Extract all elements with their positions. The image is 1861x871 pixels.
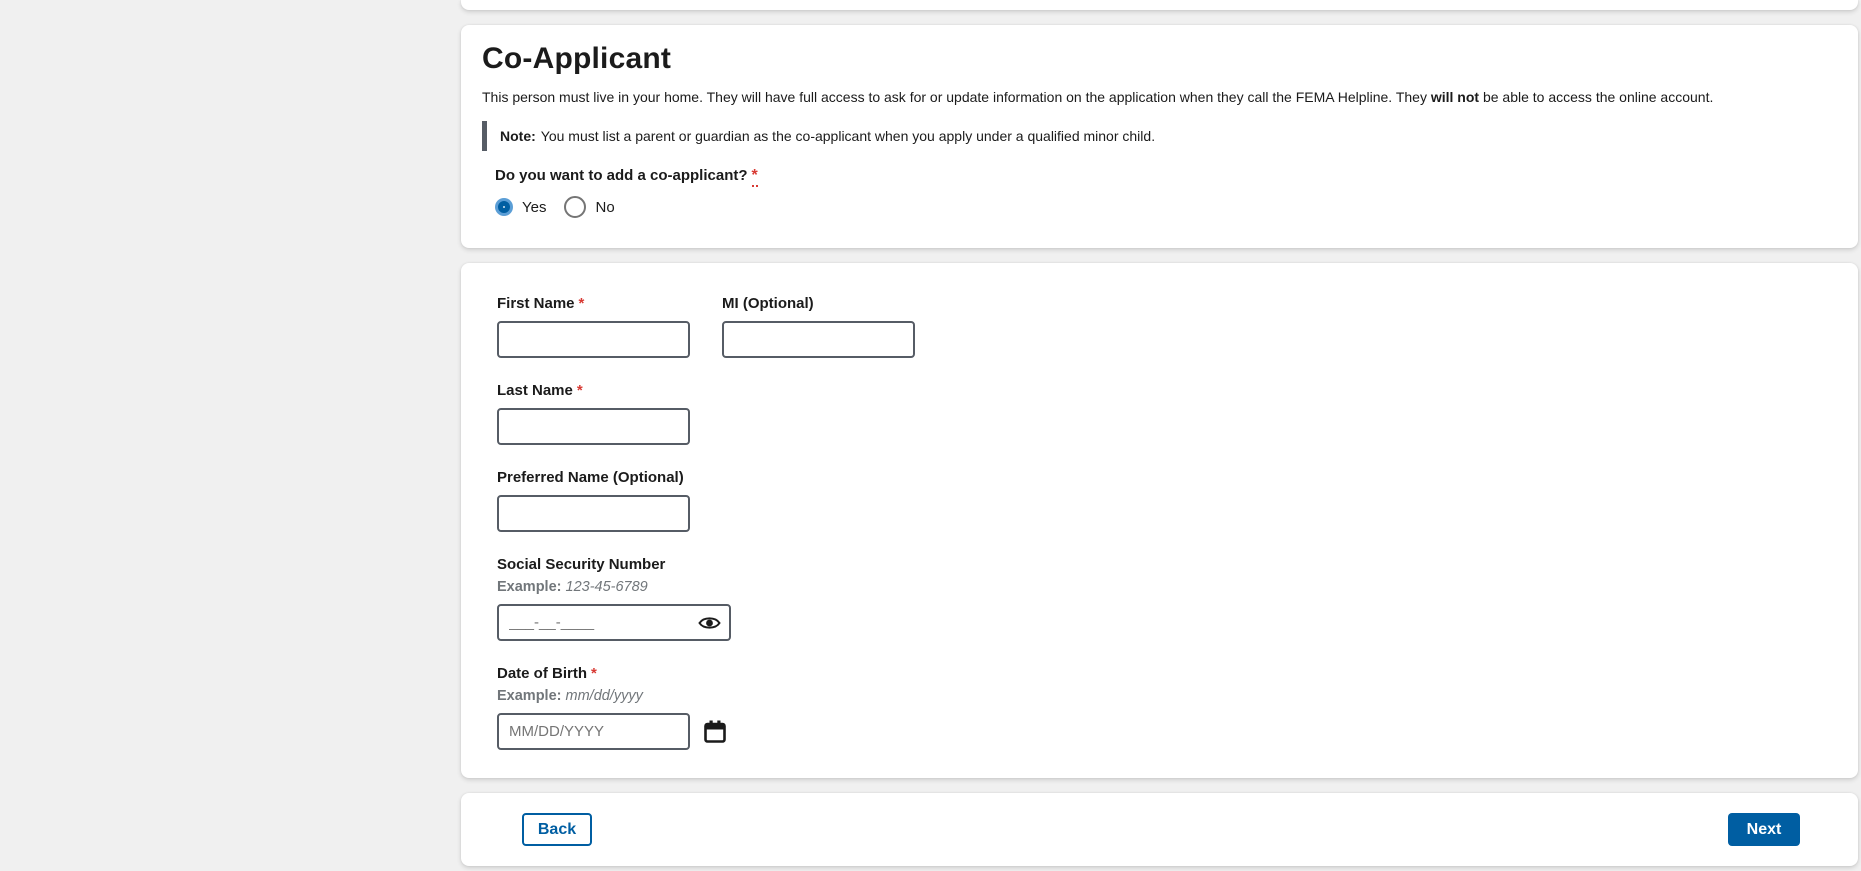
- co-applicant-radio-group: Yes No: [495, 196, 1838, 218]
- dob-group: Date of Birth* Example: mm/dd/yyyy: [497, 666, 1838, 750]
- dob-required: *: [591, 665, 597, 682]
- first-name-label-text: First Name: [497, 295, 575, 312]
- intro-text-before: This person must live in your home. They…: [482, 89, 1431, 105]
- last-name-group: Last Name*: [497, 383, 1838, 445]
- preferred-name-group: Preferred Name (Optional): [497, 470, 1838, 532]
- dob-label-text: Date of Birth: [497, 665, 587, 682]
- ssn-group: Social Security Number Example: 123-45-6…: [497, 557, 1838, 641]
- radio-yes-selected-icon[interactable]: [498, 201, 510, 213]
- dob-input[interactable]: [497, 713, 690, 750]
- intro-text-bold: will not: [1431, 89, 1479, 105]
- first-name-input[interactable]: [497, 321, 690, 358]
- last-name-label: Last Name*: [497, 383, 1838, 399]
- co-applicant-question-fieldset: Do you want to add a co-applicant?* Yes …: [495, 167, 1838, 218]
- co-applicant-question-label: Do you want to add a co-applicant?: [495, 167, 748, 184]
- back-button[interactable]: Back: [522, 813, 592, 846]
- co-applicant-question: Do you want to add a co-applicant?*: [495, 167, 1838, 185]
- first-name-group: First Name*: [497, 296, 690, 358]
- ssn-example-value: 123-45-6789: [566, 579, 648, 595]
- ssn-label: Social Security Number: [497, 557, 1838, 573]
- required-indicator: *: [752, 167, 758, 187]
- main-content-column: Co-Applicant This person must live in yo…: [461, 0, 1858, 866]
- middle-initial-group: MI (Optional): [722, 296, 915, 358]
- radio-option-yes[interactable]: Yes: [495, 198, 546, 216]
- radio-option-no[interactable]: No: [564, 196, 614, 218]
- intro-text: This person must live in your home. They…: [482, 87, 1838, 107]
- dob-example-value: mm/dd/yyyy: [566, 688, 643, 704]
- ssn-example-label: Example:: [497, 579, 561, 595]
- next-button[interactable]: Next: [1728, 813, 1800, 846]
- ssn-input[interactable]: [497, 604, 731, 641]
- last-name-required: *: [577, 382, 583, 399]
- name-row: First Name* MI (Optional): [497, 296, 1838, 358]
- co-applicant-intro-card: Co-Applicant This person must live in yo…: [461, 25, 1858, 248]
- dob-label: Date of Birth*: [497, 666, 1838, 682]
- open-calendar-button[interactable]: [703, 719, 727, 744]
- last-name-input[interactable]: [497, 408, 690, 445]
- ssn-example: Example: 123-45-6789: [497, 579, 1838, 596]
- form-navigation-footer: Back Next: [461, 793, 1858, 866]
- radio-no-unselected-icon[interactable]: [564, 196, 586, 218]
- note-callout: Note: You must list a parent or guardian…: [482, 121, 1838, 151]
- radio-yes-label: Yes: [522, 199, 546, 216]
- previous-card-fragment: [461, 0, 1858, 10]
- first-name-required: *: [579, 295, 585, 312]
- co-applicant-form-card: First Name* MI (Optional) Last Name* Pre…: [461, 263, 1858, 778]
- middle-initial-label: MI (Optional): [722, 296, 915, 312]
- note-text: You must list a parent or guardian as th…: [541, 126, 1155, 146]
- preferred-name-label: Preferred Name (Optional): [497, 470, 1838, 486]
- preferred-name-input[interactable]: [497, 495, 690, 532]
- last-name-label-text: Last Name: [497, 382, 573, 399]
- dob-input-row: [497, 713, 1838, 750]
- middle-initial-input[interactable]: [722, 321, 915, 358]
- note-label: Note:: [500, 126, 536, 146]
- page-title: Co-Applicant: [482, 41, 1838, 77]
- toggle-ssn-visibility-button[interactable]: [698, 615, 721, 631]
- first-name-label: First Name*: [497, 296, 690, 312]
- intro-text-after: be able to access the online account.: [1479, 89, 1713, 105]
- ssn-input-wrapper: [497, 604, 731, 641]
- radio-no-label: No: [595, 199, 614, 216]
- dob-example-label: Example:: [497, 688, 561, 704]
- eye-icon: [698, 615, 721, 631]
- calendar-icon: [703, 719, 727, 744]
- dob-example: Example: mm/dd/yyyy: [497, 688, 1838, 705]
